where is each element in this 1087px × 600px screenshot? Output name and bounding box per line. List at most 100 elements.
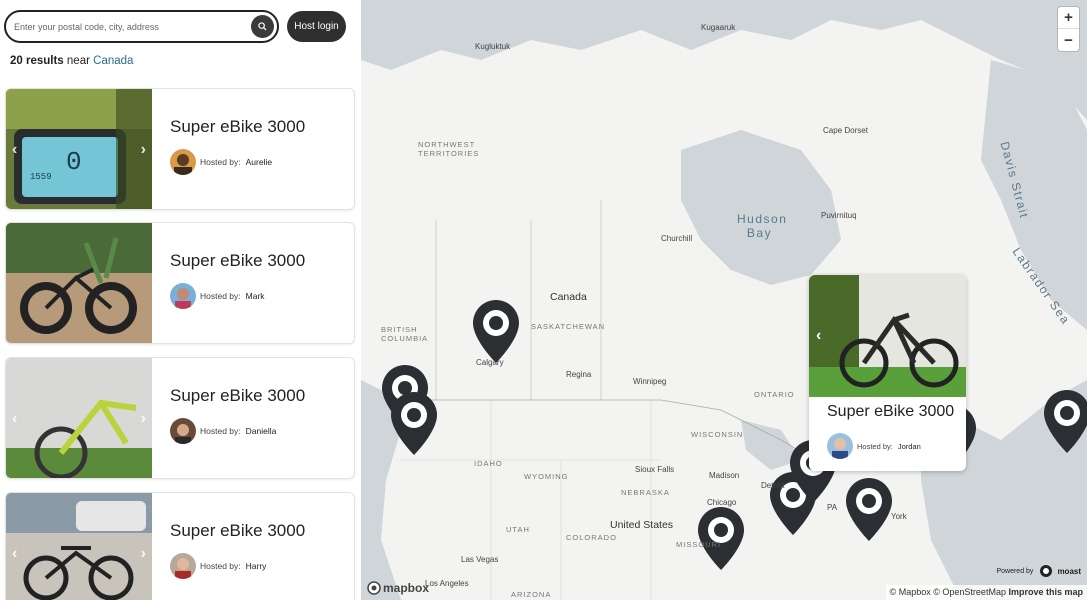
map-label-idaho: IDAHO (474, 459, 503, 468)
map-label-las-vegas: Las Vegas (461, 555, 499, 564)
listing-host: Hosted by: Harry (170, 553, 266, 579)
listing-host: Hosted by: Aurelie (170, 149, 272, 175)
mapbox-logo[interactable]: mapbox (367, 581, 429, 595)
host-label: Hosted by: (200, 561, 241, 571)
improve-map-link[interactable]: Improve this map (1008, 587, 1083, 597)
map-label-kugaaruk: Kugaaruk (701, 23, 736, 32)
listing-card[interactable]: ‹ › Super eBike 3000 Hosted by: Harry (5, 492, 355, 600)
listing-title: Super eBike 3000 (170, 117, 306, 136)
attribution-mapbox[interactable]: © Mapbox (890, 587, 931, 597)
listing-photo (6, 223, 152, 343)
app-root: Host login 20 results near Canada 0 1559 … (0, 0, 1087, 600)
svg-text:0: 0 (66, 147, 82, 177)
host-name: Mark (245, 291, 265, 301)
listing-title: Super eBike 3000 (170, 521, 306, 540)
listing-photo: 0 1559 ‹ › (6, 89, 152, 209)
map-label-british-columbia: BRITISH COLUMBIA (381, 325, 429, 343)
host-name: Daniella (245, 426, 277, 436)
map-label-churchill: Churchill (661, 234, 693, 243)
map-label-winnipeg: Winnipeg (633, 377, 667, 386)
host-name: Jordan (897, 441, 921, 451)
listing-host: Hosted by: Mark (170, 283, 265, 309)
search-button[interactable] (251, 15, 274, 38)
host-label: Hosted by: (200, 426, 241, 436)
listing-card[interactable]: ‹ › Super eBike 3000 Hosted by: Daniella (5, 357, 355, 479)
chevron-left-icon[interactable]: ‹ (816, 327, 821, 345)
map-label-los-angeles: Los Angeles (425, 579, 469, 588)
map-label-northwest-territories: NORTHWEST TERRITORIES (418, 140, 480, 158)
chevron-left-icon[interactable]: ‹ (12, 141, 17, 159)
avatar (170, 149, 196, 175)
map-label-wyoming: WYOMING (524, 472, 569, 481)
map-pin-icon (846, 478, 892, 541)
results-place-link[interactable]: Canada (93, 55, 133, 67)
results-near: near (66, 55, 90, 67)
map-label-regina: Regina (566, 370, 592, 379)
map-label-hudson-bay: Hudson Bay (737, 212, 788, 240)
map-label-puvirnituq: Puvirnituq (821, 211, 857, 220)
results-summary: 20 results near Canada (10, 55, 133, 67)
search-bar (4, 10, 279, 43)
map-label-wisconsin: WISCONSIN (691, 430, 744, 439)
map-label-madison: Madison (709, 471, 740, 480)
map-popup-card[interactable]: ‹ Super eBike 3000 Hosted by: Jordan (809, 275, 966, 471)
listing-host: Hosted by: Daniella (170, 418, 276, 444)
host-name: Harry (245, 561, 267, 571)
map-label-nebraska: NEBRASKA (621, 488, 670, 497)
host-name: Aurelie (245, 157, 273, 167)
map-pin-icon (473, 300, 519, 363)
listing-title: Super eBike 3000 (170, 386, 306, 405)
host-label: Hosted by: (200, 291, 241, 301)
map-label-kugluktuk: Kugluktuk (475, 42, 511, 51)
map-label-detroit: Detroit (761, 481, 785, 490)
listing-title: Super eBike 3000 (170, 251, 306, 270)
search-input[interactable] (14, 18, 244, 36)
map-label-new-york: York (891, 512, 907, 521)
chevron-left-icon[interactable]: ‹ (12, 410, 17, 428)
chevron-right-icon[interactable]: › (141, 410, 146, 428)
map-base (361, 0, 1087, 600)
powered-by: Powered by moast (996, 564, 1081, 578)
listing-photo: ‹ › (6, 358, 152, 478)
zoom-controls: + − (1058, 7, 1079, 51)
map-label-cape-dorset: Cape Dorset (823, 126, 868, 135)
map-label-missouri: MISSOURI (676, 540, 722, 549)
avatar (827, 433, 853, 459)
attribution-osm[interactable]: © OpenStreetMap (933, 587, 1006, 597)
map-label-calgary: Calgary (476, 358, 504, 367)
map-label-sioux-falls: Sioux Falls (635, 465, 675, 474)
zoom-in-button[interactable]: + (1058, 7, 1079, 29)
popup-photo: ‹ (809, 275, 966, 397)
map-label-ontario: ONTARIO (754, 390, 795, 399)
mapbox-logo-icon (367, 581, 381, 595)
listing-card[interactable]: Super eBike 3000 Hosted by: Mark (5, 222, 355, 344)
avatar (170, 553, 196, 579)
search-icon (258, 22, 267, 31)
moast-logo-icon (1040, 565, 1053, 577)
map-attribution: © Mapbox © OpenStreetMap Improve this ma… (885, 585, 1087, 600)
chevron-left-icon[interactable]: ‹ (12, 545, 17, 563)
map-label-canada: Canada (550, 291, 587, 303)
map-pin-icon (698, 507, 744, 570)
listing-photo: ‹ › (6, 493, 152, 600)
map-pin-icon (391, 392, 437, 455)
moast-brand: moast (1057, 566, 1081, 576)
powered-by-label: Powered by (996, 567, 1034, 575)
chevron-right-icon[interactable]: › (141, 141, 146, 159)
popup-title: Super eBike 3000 (827, 403, 955, 420)
map-label-pa: PA (827, 503, 838, 512)
listing-card[interactable]: 0 1559 ‹ › Super eBike 3000 Hosted by: Au… (5, 88, 355, 210)
popup-host: Hosted by: Jordan (827, 433, 921, 459)
host-label: Hosted by: (857, 441, 893, 451)
avatar (170, 283, 196, 309)
map-label-arizona: ARIZONA (511, 590, 552, 599)
map-view[interactable]: Canada United States Hudson Bay Davis St… (361, 0, 1087, 600)
host-login-button[interactable]: Host login (287, 11, 346, 42)
mapbox-logo-text: mapbox (383, 581, 430, 595)
zoom-out-button[interactable]: − (1058, 29, 1079, 51)
map-label-chicago: Chicago (707, 498, 737, 507)
map-label-united-states: United States (610, 519, 674, 531)
host-label: Hosted by: (200, 157, 241, 167)
map-label-saskatchewan: SASKATCHEWAN (531, 322, 606, 331)
chevron-right-icon[interactable]: › (141, 545, 146, 563)
